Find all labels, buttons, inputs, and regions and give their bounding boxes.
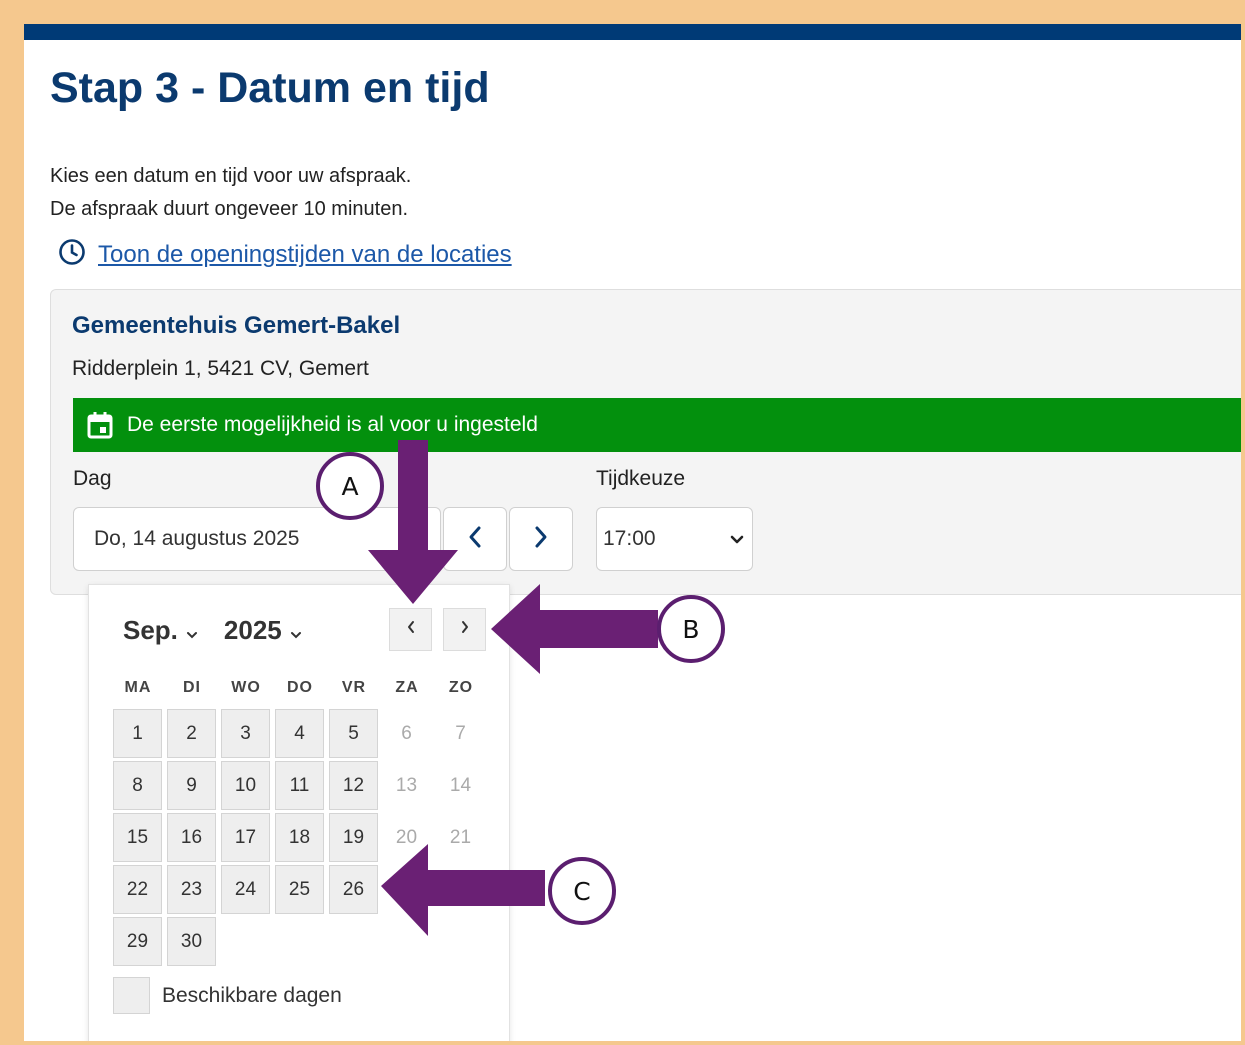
- day-12[interactable]: 12: [329, 761, 378, 810]
- day-3[interactable]: 3: [221, 709, 270, 758]
- day-13: 13: [395, 774, 418, 796]
- day-7: 7: [455, 722, 466, 744]
- weekday-label: ZA: [395, 679, 419, 696]
- next-day-button[interactable]: [509, 507, 573, 571]
- date-input[interactable]: Do, 14 augustus 2025: [73, 507, 441, 571]
- intro-line-2: De afspraak duurt ongeveer 10 minuten.: [50, 198, 408, 220]
- day-17[interactable]: 17: [221, 813, 270, 862]
- day-4[interactable]: 4: [275, 709, 324, 758]
- day-15[interactable]: 15: [113, 813, 162, 862]
- day-9[interactable]: 9: [167, 761, 216, 810]
- day-11[interactable]: 11: [275, 761, 324, 810]
- month-select-value: Sep.: [123, 615, 178, 645]
- datepicker-header: Sep. 2025: [123, 615, 302, 646]
- first-option-banner: De eerste mogelijkheid is al voor u inge…: [73, 398, 1241, 452]
- day-18[interactable]: 18: [275, 813, 324, 862]
- chevron-down-icon: [290, 615, 302, 646]
- opening-hours-link-label[interactable]: Toon de openingstijden van de locaties: [98, 241, 512, 269]
- time-select[interactable]: 17:00: [596, 507, 753, 571]
- chevron-right-icon: [533, 525, 549, 554]
- day-2[interactable]: 2: [167, 709, 216, 758]
- calendar-icon: [87, 411, 113, 439]
- time-select-value: 17:00: [603, 527, 656, 550]
- day-26[interactable]: 26: [329, 865, 378, 914]
- month-select[interactable]: Sep.: [123, 615, 198, 646]
- weekday-label: DO: [287, 679, 313, 696]
- intro-line-1: Kies een datum en tijd voor uw afspraak.: [50, 165, 412, 187]
- day-20: 20: [395, 826, 418, 848]
- weekday-label: WO: [231, 679, 261, 696]
- weekday-label: VR: [341, 679, 367, 696]
- next-month-button[interactable]: [443, 608, 486, 651]
- day-16[interactable]: 16: [167, 813, 216, 862]
- day-25[interactable]: 25: [275, 865, 324, 914]
- weekday-label: MA: [124, 679, 152, 696]
- clock-icon: [58, 238, 86, 271]
- intro-text: Kies een datum en tijd voor uw afspraak.…: [50, 160, 411, 226]
- day-6: 6: [401, 722, 412, 744]
- datepicker-popup: Sep. 2025 MADIWODOVRZAZO 12345678: [88, 584, 510, 1041]
- annotation-marker-a: A: [316, 452, 384, 520]
- day-14: 14: [449, 774, 472, 796]
- day-30[interactable]: 30: [167, 917, 216, 966]
- day-10[interactable]: 10: [221, 761, 270, 810]
- chevron-left-icon: [406, 619, 416, 640]
- chevron-down-icon: [186, 615, 198, 646]
- legend-swatch: [113, 977, 150, 1014]
- page-title: Stap 3 - Datum en tijd: [50, 64, 490, 112]
- day-19[interactable]: 19: [329, 813, 378, 862]
- location-name: Gemeentehuis Gemert-Bakel: [72, 312, 401, 339]
- chevron-left-icon: [467, 525, 483, 554]
- day-8[interactable]: 8: [113, 761, 162, 810]
- day-23[interactable]: 23: [167, 865, 216, 914]
- top-bar: [24, 24, 1241, 40]
- chevron-down-icon: [730, 527, 744, 551]
- chevron-right-icon: [460, 619, 470, 640]
- day-21: 21: [449, 826, 472, 848]
- year-select-value: 2025: [223, 615, 282, 645]
- date-input-value: Do, 14 augustus 2025: [94, 527, 300, 550]
- opening-hours-link[interactable]: Toon de openingstijden van de locaties: [58, 238, 512, 271]
- location-address: Ridderplein 1, 5421 CV, Gemert: [72, 357, 369, 380]
- day-5[interactable]: 5: [329, 709, 378, 758]
- legend: Beschikbare dagen: [113, 977, 342, 1014]
- day-22[interactable]: 22: [113, 865, 162, 914]
- annotation-marker-b: B: [657, 595, 725, 663]
- day-1[interactable]: 1: [113, 709, 162, 758]
- legend-label: Beschikbare dagen: [162, 983, 342, 1007]
- banner-text: De eerste mogelijkheid is al voor u inge…: [127, 413, 538, 436]
- day-29[interactable]: 29: [113, 917, 162, 966]
- page: Stap 3 - Datum en tijd Kies een datum en…: [24, 24, 1241, 1041]
- day-24[interactable]: 24: [221, 865, 270, 914]
- year-select[interactable]: 2025: [224, 615, 302, 646]
- time-label: Tijdkeuze: [596, 467, 686, 490]
- previous-day-button[interactable]: [443, 507, 507, 571]
- previous-month-button[interactable]: [389, 608, 432, 651]
- date-label: Dag: [73, 467, 112, 490]
- weekday-label: ZO: [448, 679, 474, 696]
- annotation-marker-c: C: [548, 857, 616, 925]
- weekday-label: DI: [183, 679, 201, 696]
